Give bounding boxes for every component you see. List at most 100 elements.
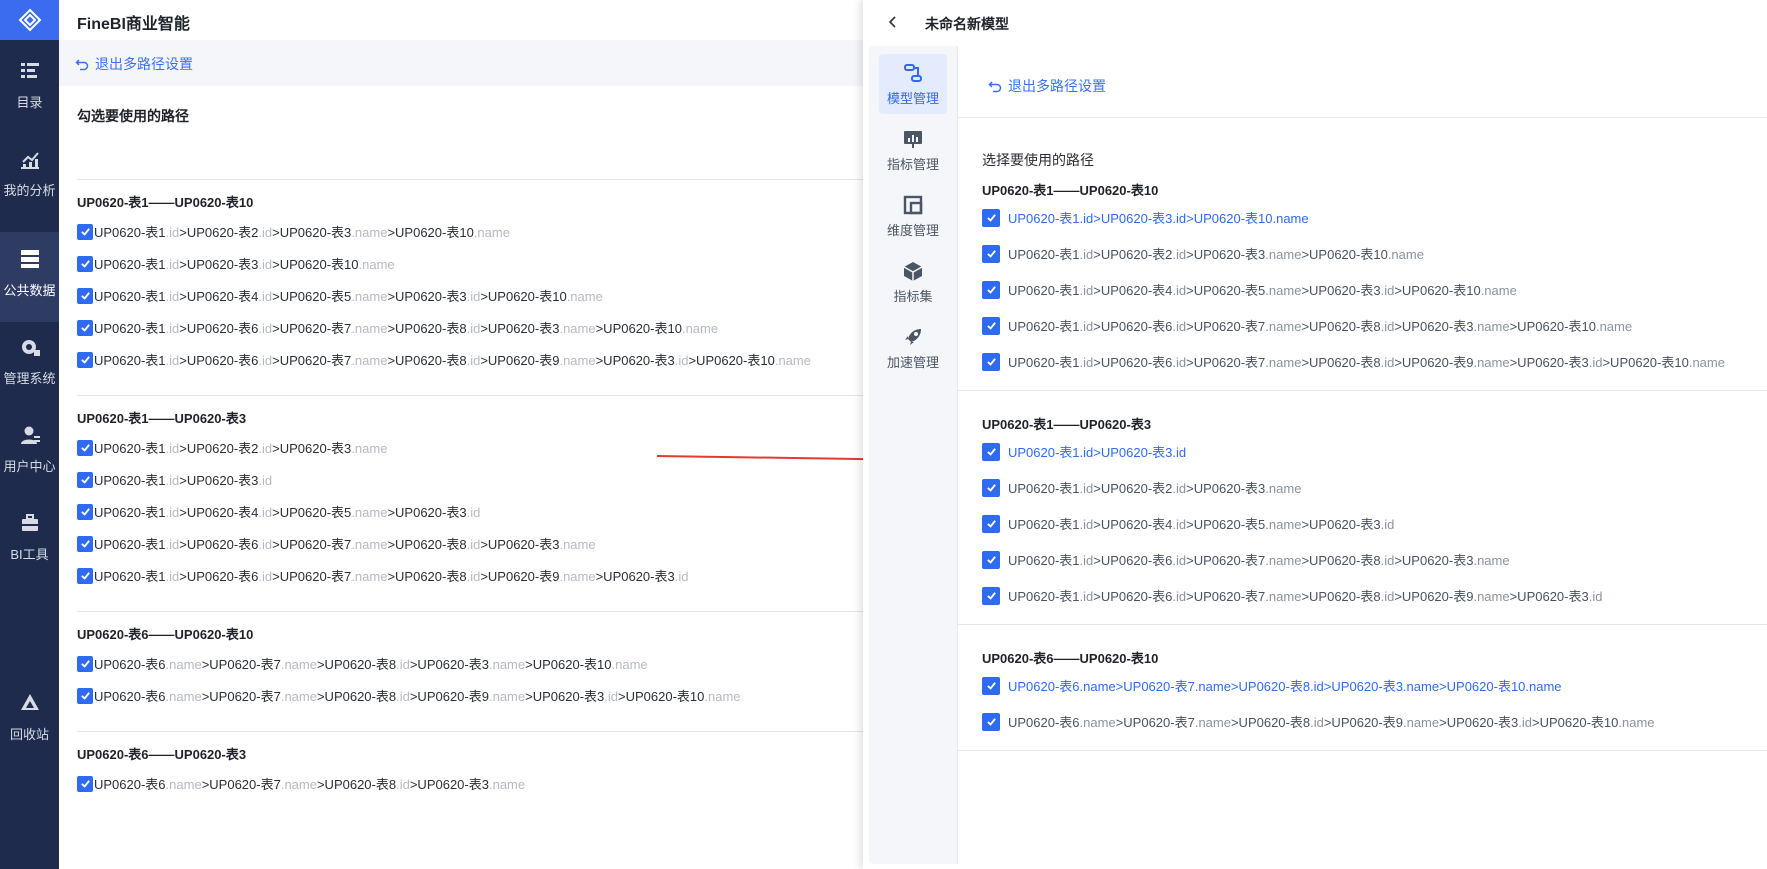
path-checkbox[interactable] [77, 535, 93, 552]
path-checkbox[interactable] [982, 586, 1000, 605]
path-field: .id [1588, 355, 1603, 370]
path-row[interactable]: UP0620-表1.id>UP0620-表2.id>UP0620-表3.name… [77, 222, 510, 241]
nav-item-6[interactable]: 回收站 [0, 676, 59, 766]
path-table: >UP0620-表6 [179, 321, 259, 336]
path-table: >UP0620-表8 [316, 777, 397, 792]
path-checkbox[interactable] [982, 316, 1000, 335]
sidebar-item-1[interactable]: 指标管理 [879, 120, 947, 180]
path-table: >UP0620-表2 [179, 225, 259, 240]
path-row[interactable]: UP0620-表6.name>UP0620-表7.name>UP0620-表8.… [77, 654, 648, 673]
nav-item-3[interactable]: 管理系统 [0, 320, 59, 410]
path-checkbox[interactable] [982, 244, 1000, 263]
path-checkbox[interactable] [77, 255, 93, 272]
path-row[interactable]: UP0620-表1.id>UP0620-表2.id>UP0620-表3.name [982, 478, 1301, 497]
path-field: .name [559, 321, 596, 336]
nav-item-2[interactable]: 公共数据 [0, 232, 59, 322]
path-row[interactable]: UP0620-表1.id>UP0620-表3.id [982, 442, 1186, 461]
path-field: .id [258, 473, 273, 488]
path-table: >UP0620-表3 [1509, 589, 1589, 604]
path-row[interactable]: UP0620-表6.name>UP0620-表7.name>UP0620-表8.… [982, 676, 1562, 695]
path-row[interactable]: UP0620-表1.id>UP0620-表3.id>UP0620-表10.nam… [982, 208, 1309, 227]
path-field: .id [1172, 553, 1187, 568]
nav-item-5[interactable]: BI工具 [0, 496, 59, 586]
path-table: >UP0620-表8 [316, 689, 397, 704]
path-row[interactable]: UP0620-表1.id>UP0620-表6.id>UP0620-表7.name… [77, 566, 688, 585]
path-row[interactable]: UP0620-表6.name>UP0620-表7.name>UP0620-表8.… [77, 774, 525, 793]
path-checkbox[interactable] [77, 503, 93, 520]
path-checkbox[interactable] [982, 478, 1000, 497]
path-checkbox[interactable] [982, 514, 1000, 533]
path-checkbox[interactable] [982, 712, 1000, 731]
path-table: >UP0620-表7 [201, 689, 281, 704]
nav-item-1[interactable]: 我的分析 [0, 132, 59, 222]
path-row[interactable]: UP0620-表1.id>UP0620-表6.id>UP0620-表7.name… [982, 352, 1725, 371]
path-checkbox[interactable] [77, 471, 93, 488]
path-row[interactable]: UP0620-表1.id>UP0620-表6.id>UP0620-表7.name… [982, 586, 1602, 605]
path-row[interactable]: UP0620-表1.id>UP0620-表2.id>UP0620-表3.name [77, 438, 387, 457]
path-checkbox[interactable] [77, 287, 93, 304]
nav-item-0[interactable]: 目录 [0, 44, 59, 134]
path-table: UP0620-表1 [1008, 553, 1080, 568]
path-table: >UP0620-表8 [387, 537, 467, 552]
path-table: >UP0620-表3 [272, 225, 352, 240]
exit-multipath-link[interactable]: 退出多路径设置 [988, 76, 1106, 96]
path-checkbox[interactable] [77, 775, 93, 792]
path-table: UP0620-表1 [1008, 481, 1080, 496]
nav-item-label: 回收站 [9, 727, 49, 742]
path-field: .id [258, 505, 273, 520]
path-table: >UP0620-表5 [272, 289, 352, 304]
group-divider [958, 750, 1767, 751]
exit-multipath-link[interactable]: 退出多路径设置 [75, 54, 193, 74]
model-sidebar: 模型管理指标管理 维度管理 指标集 加速管理 [869, 46, 957, 864]
path-checkbox[interactable] [982, 352, 1000, 371]
path-checkbox[interactable] [77, 319, 93, 336]
path-table: >UP0620-表3 [1394, 553, 1474, 568]
sidebar-item-0[interactable]: 模型管理 [879, 54, 947, 114]
path-row[interactable]: UP0620-表1.id>UP0620-表4.id>UP0620-表5.name… [982, 514, 1394, 533]
path-checkbox[interactable] [77, 687, 93, 704]
sidebar-item-2[interactable]: 维度管理 [879, 186, 947, 246]
path-table: UP0620-表1 [94, 289, 166, 304]
path-row[interactable]: UP0620-表1.id>UP0620-表6.id>UP0620-表7.name… [982, 550, 1510, 569]
path-row[interactable]: UP0620-表1.id>UP0620-表6.id>UP0620-表7.name… [982, 316, 1632, 335]
path-checkbox[interactable] [982, 442, 1000, 461]
path-row[interactable]: UP0620-表1.id>UP0620-表6.id>UP0620-表7.name… [77, 350, 811, 369]
path-table: UP0620-表1 [1008, 517, 1080, 532]
path-checkbox[interactable] [982, 550, 1000, 569]
path-checkbox[interactable] [77, 567, 93, 584]
path-field: .id [165, 353, 180, 368]
path-label: UP0620-表1.id>UP0620-表6.id>UP0620-表7.name… [94, 566, 688, 585]
path-table: >UP0620-表3 [179, 257, 259, 272]
path-row[interactable]: UP0620-表6.name>UP0620-表7.name>UP0620-表8.… [982, 712, 1655, 731]
path-table: >UP0620-表8 [1301, 553, 1381, 568]
path-table: >UP0620-表7 [1186, 355, 1266, 370]
nav-item-4[interactable]: 用户中心 [0, 408, 59, 498]
path-row[interactable]: UP0620-表1.id>UP0620-表4.id>UP0620-表5.name… [77, 286, 603, 305]
path-row[interactable]: UP0620-表1.id>UP0620-表4.id>UP0620-表5.name… [77, 502, 480, 521]
sidebar-item-3[interactable]: 指标集 [879, 252, 947, 312]
sidebar-item-4[interactable]: 加速管理 [879, 318, 947, 378]
path-field: .id [604, 689, 618, 704]
path-row[interactable]: UP0620-表6.name>UP0620-表7.name>UP0620-表8.… [77, 686, 741, 705]
path-checkbox[interactable] [77, 439, 93, 456]
sidebar-item-label: 模型管理 [886, 91, 939, 106]
path-row[interactable]: UP0620-表1.id>UP0620-表6.id>UP0620-表7.name… [77, 534, 596, 553]
path-checkbox[interactable] [982, 280, 1000, 299]
logo-icon[interactable] [0, 0, 59, 40]
path-row[interactable]: UP0620-表1.id>UP0620-表3.id>UP0620-表10.nam… [77, 254, 395, 273]
cube-icon [879, 260, 947, 282]
recycle-icon [0, 692, 59, 714]
path-checkbox[interactable] [77, 223, 93, 240]
path-checkbox[interactable] [77, 351, 93, 368]
chevron-left-icon[interactable] [885, 14, 901, 30]
path-field: .name [351, 289, 388, 304]
path-field: .name [1265, 319, 1302, 334]
path-row[interactable]: UP0620-表1.id>UP0620-表2.id>UP0620-表3.name… [982, 244, 1424, 263]
path-checkbox[interactable] [982, 676, 1000, 695]
path-row[interactable]: UP0620-表1.id>UP0620-表4.id>UP0620-表5.name… [982, 280, 1517, 299]
left-nav: 目录 我的分析公共数据 管理系统 用户中心 BI工具回收站 [0, 0, 59, 869]
path-checkbox[interactable] [77, 655, 93, 672]
path-row[interactable]: UP0620-表1.id>UP0620-表6.id>UP0620-表7.name… [77, 318, 718, 337]
path-checkbox[interactable] [982, 208, 1000, 227]
path-row[interactable]: UP0620-表1.id>UP0620-表3.id [77, 470, 272, 489]
